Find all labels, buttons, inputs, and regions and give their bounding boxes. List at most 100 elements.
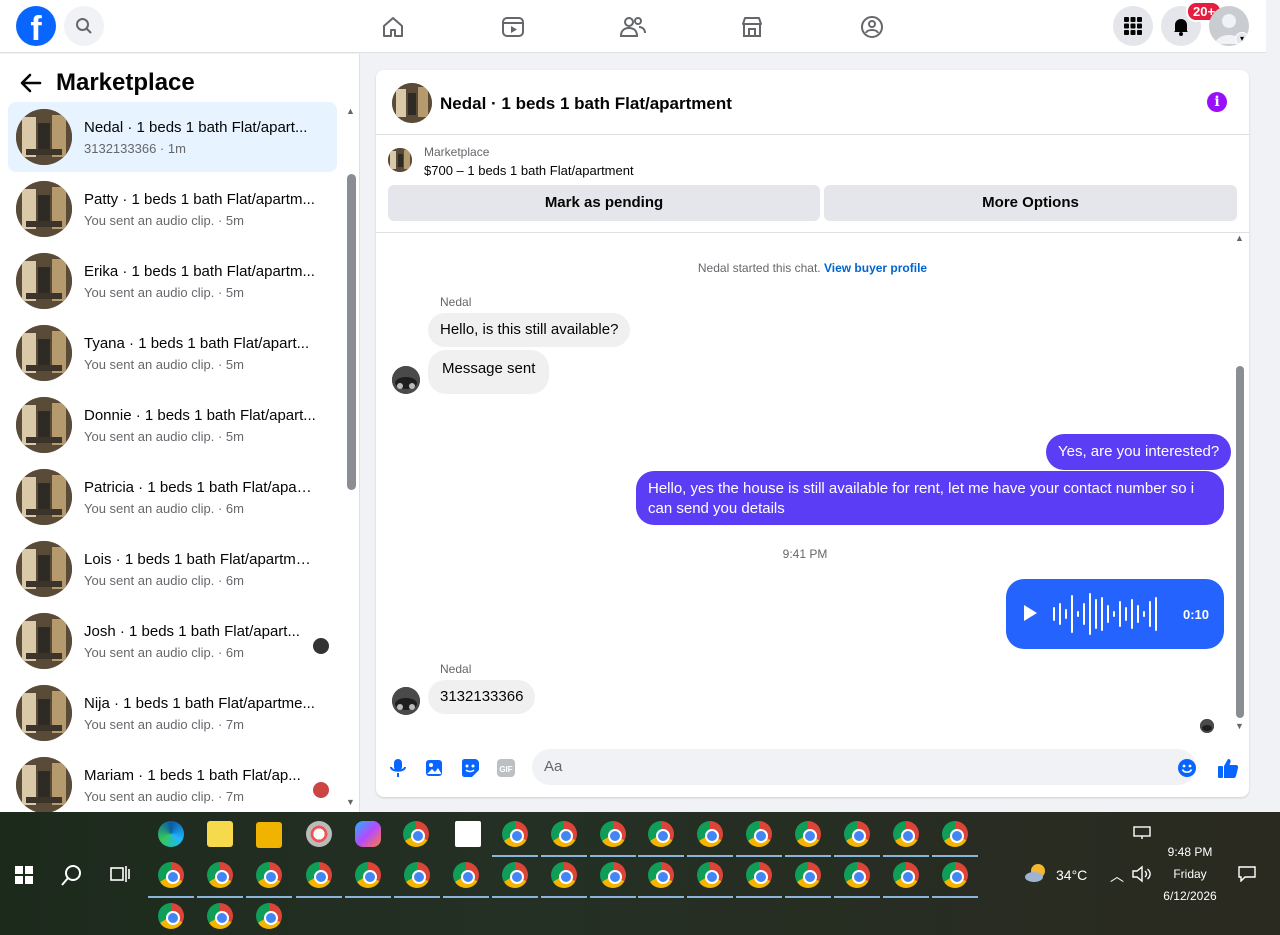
message-bubble-incoming[interactable]: 3132133366 xyxy=(428,680,536,714)
chrome-profile-icon[interactable] xyxy=(256,903,282,929)
conversation-item[interactable]: Patty · 1 beds 1 bath Flat/apartm... You … xyxy=(8,174,337,244)
chrome-profile-icon[interactable] xyxy=(256,862,282,888)
task-view-button[interactable] xyxy=(110,865,130,888)
listing-thumbnail[interactable] xyxy=(392,83,432,123)
photo-button[interactable] xyxy=(424,758,444,778)
chrome-profile-icon[interactable] xyxy=(600,821,626,847)
info-icon[interactable]: i xyxy=(1207,92,1227,112)
chrome-profile-icon[interactable] xyxy=(746,821,772,847)
conversation-item[interactable]: Patricia · 1 beds 1 bath Flat/apart... Yo… xyxy=(8,462,337,532)
sender-avatar[interactable] xyxy=(392,687,420,715)
audio-message-bubble[interactable]: 0:10 xyxy=(1006,579,1224,649)
chrome-profile-icon[interactable] xyxy=(306,862,332,888)
conversation-item[interactable]: Nija · 1 beds 1 bath Flat/apartme... You … xyxy=(8,678,337,748)
play-icon[interactable] xyxy=(1022,604,1038,622)
mark-as-pending-button[interactable]: Mark as pending xyxy=(388,185,820,221)
sender-avatar[interactable] xyxy=(392,366,420,394)
scroll-down-arrow[interactable]: ▼ xyxy=(1235,721,1244,731)
chat-title[interactable]: Nedal · 1 beds 1 bath Flat/apartment xyxy=(440,94,732,114)
message-bubble-outgoing[interactable]: Hello, yes the house is still available … xyxy=(636,471,1224,525)
chrome-profile-icon[interactable] xyxy=(844,821,870,847)
chrome-profile-icon[interactable] xyxy=(795,821,821,847)
friends-nav[interactable] xyxy=(616,10,650,44)
conversation-item[interactable]: Mariam · 1 beds 1 bath Flat/ap... You sen… xyxy=(8,750,337,812)
sticker-button[interactable] xyxy=(460,758,480,778)
left-scrollbar[interactable] xyxy=(347,174,356,490)
chrome-icon[interactable] xyxy=(403,821,429,847)
chrome-profile-icon[interactable] xyxy=(942,821,968,847)
message-bubble-incoming[interactable]: Hello, is this still available? xyxy=(428,313,631,347)
microphone-button[interactable] xyxy=(388,758,408,778)
edge-icon[interactable] xyxy=(158,821,184,847)
sticky-notes-icon[interactable] xyxy=(207,821,233,847)
chrome-profile-icon[interactable] xyxy=(697,862,723,888)
chrome-profile-icon[interactable] xyxy=(158,862,184,888)
chrome-profile-icon[interactable] xyxy=(355,862,381,888)
chrome-profile-icon[interactable] xyxy=(158,903,184,929)
chrome-profile-icon[interactable] xyxy=(404,862,430,888)
groups-nav[interactable] xyxy=(855,10,889,44)
video-nav[interactable] xyxy=(496,10,530,44)
menu-button[interactable] xyxy=(1113,6,1153,46)
message-input[interactable]: Aa xyxy=(532,749,1196,785)
chrome-profile-icon[interactable] xyxy=(551,862,577,888)
clock-date[interactable]: 6/12/2026 xyxy=(1160,889,1220,903)
more-options-button[interactable]: More Options xyxy=(824,185,1237,221)
chat-scrollbar[interactable] xyxy=(1236,366,1244,718)
weather-temperature[interactable]: 34°C xyxy=(1056,867,1087,883)
taskbar-search-button[interactable] xyxy=(61,864,83,891)
chrome-profile-icon[interactable] xyxy=(942,862,968,888)
document-app-icon[interactable] xyxy=(455,821,481,847)
chrome-profile-icon[interactable] xyxy=(648,821,674,847)
marketplace-nav[interactable] xyxy=(735,10,769,44)
conversation-item[interactable]: Donnie · 1 beds 1 bath Flat/apart... You … xyxy=(8,390,337,460)
back-arrow-icon[interactable] xyxy=(20,73,42,93)
message-bubble-outgoing[interactable]: Yes, are you interested? xyxy=(1046,434,1232,470)
copilot-icon[interactable] xyxy=(355,821,381,847)
chrome-profile-icon[interactable] xyxy=(893,821,919,847)
chrome-profile-icon[interactable] xyxy=(502,862,528,888)
search-button[interactable] xyxy=(64,6,104,46)
chrome-profile-icon[interactable] xyxy=(795,862,821,888)
chrome-profile-icon[interactable] xyxy=(648,862,674,888)
scroll-down-arrow[interactable]: ▼ xyxy=(346,797,355,807)
chrome-profile-icon[interactable] xyxy=(551,821,577,847)
chrome-profile-icon[interactable] xyxy=(697,821,723,847)
chrome-profile-icon[interactable] xyxy=(453,862,479,888)
chrome-profile-icon[interactable] xyxy=(893,862,919,888)
message-bubble-incoming[interactable]: Message sent xyxy=(428,350,550,394)
chrome-profile-icon[interactable] xyxy=(844,862,870,888)
home-nav[interactable] xyxy=(376,10,410,44)
scroll-up-arrow[interactable]: ▲ xyxy=(346,106,355,116)
conversation-item[interactable]: Josh · 1 beds 1 bath Flat/apart... You se… xyxy=(8,606,337,676)
conversation-item[interactable]: Erika · 1 beds 1 bath Flat/apartm... You … xyxy=(8,246,337,316)
view-buyer-profile-link[interactable]: View buyer profile xyxy=(824,261,927,275)
chrome-profile-icon[interactable] xyxy=(600,862,626,888)
volume-icon[interactable] xyxy=(1132,865,1152,888)
start-button[interactable] xyxy=(15,866,33,889)
thumbs-up-icon xyxy=(1218,759,1239,778)
account-avatar[interactable]: ▾ xyxy=(1209,6,1249,46)
conversation-item[interactable]: Lois · 1 beds 1 bath Flat/apartment You s… xyxy=(8,534,337,604)
chrome-profile-icon[interactable] xyxy=(207,862,233,888)
conversation-item[interactable]: Nedal · 1 beds 1 bath Flat/apart... 31321… xyxy=(8,102,337,172)
clock-day[interactable]: Friday xyxy=(1160,867,1220,881)
chrome-profile-icon[interactable] xyxy=(746,862,772,888)
notification-center-icon[interactable] xyxy=(1238,866,1256,887)
paint-icon[interactable] xyxy=(306,821,332,847)
task-view-icon xyxy=(110,866,130,882)
network-icon[interactable] xyxy=(1133,826,1151,845)
scroll-up-arrow[interactable]: ▲ xyxy=(1235,233,1244,243)
file-explorer-icon[interactable] xyxy=(256,822,282,848)
conversation-item[interactable]: Tyana · 1 beds 1 bath Flat/apart... You s… xyxy=(8,318,337,388)
facebook-logo[interactable]: f xyxy=(16,6,56,46)
weather-icon[interactable] xyxy=(1024,862,1048,889)
clock-time[interactable]: 9:48 PM xyxy=(1160,845,1220,859)
show-hidden-icons[interactable]: ︿ xyxy=(1110,866,1124,886)
listing-price[interactable]: $700 – 1 beds 1 bath Flat/apartment xyxy=(424,163,634,178)
chrome-profile-icon[interactable] xyxy=(502,821,528,847)
gif-button[interactable]: GIF xyxy=(496,758,516,778)
chrome-profile-icon[interactable] xyxy=(207,903,233,929)
emoji-button[interactable] xyxy=(1177,758,1197,778)
like-button[interactable] xyxy=(1216,756,1240,780)
